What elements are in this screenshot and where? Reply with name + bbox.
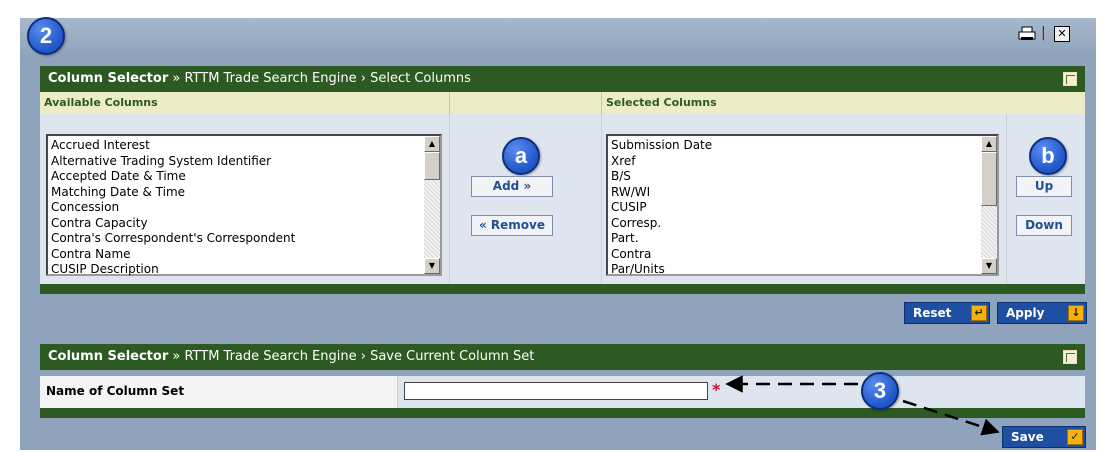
checkmark-icon: ✓ <box>1067 429 1083 445</box>
save-button[interactable]: Save ✓ <box>1002 426 1086 448</box>
callout-step-3: 3 <box>861 372 899 410</box>
save-label: Save <box>1011 430 1044 444</box>
callout-arrows <box>725 375 1000 436</box>
